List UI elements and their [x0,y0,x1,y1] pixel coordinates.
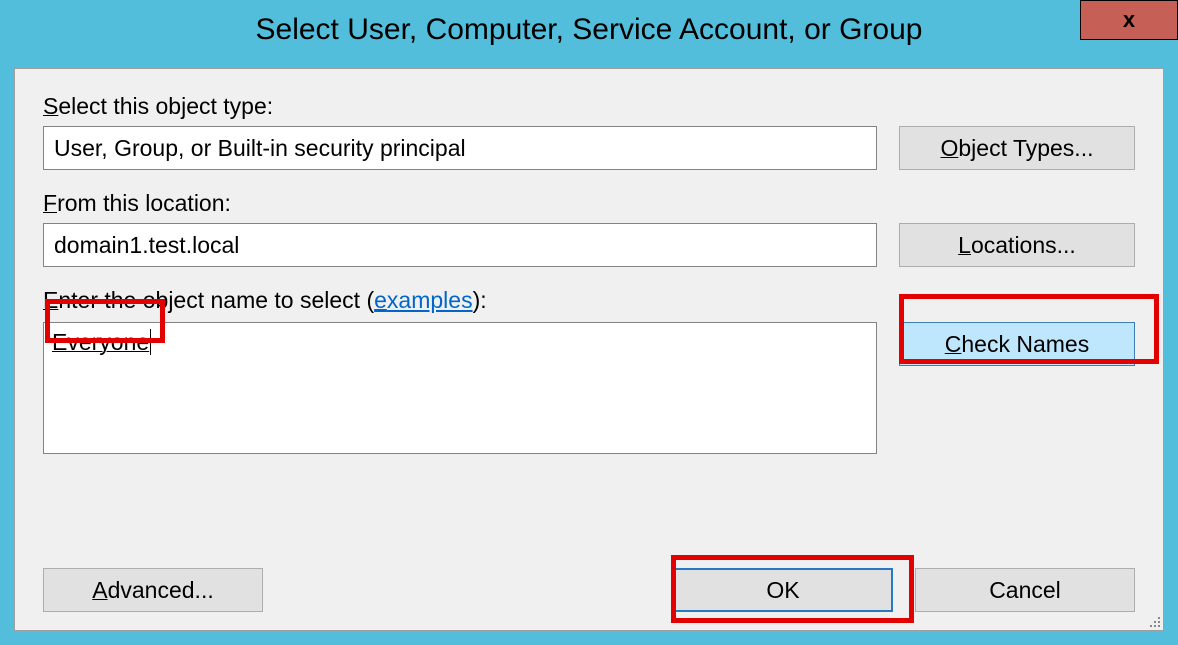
examples-link[interactable]: examples [374,287,472,313]
close-button[interactable]: x [1080,0,1178,40]
dialog-title: Select User, Computer, Service Account, … [256,13,923,47]
dialog-window: Select User, Computer, Service Account, … [0,0,1178,645]
enter-names-label: Enter the object name to select (example… [43,287,1135,314]
dialog-body: Select this object type: User, Group, or… [14,68,1164,631]
location-label: From this location: [43,190,1135,217]
object-types-button[interactable]: Object Types... [899,126,1135,170]
object-names-input[interactable]: Everyone [43,322,877,454]
close-icon: x [1123,9,1135,31]
resize-grip-icon[interactable] [1144,611,1160,627]
advanced-button[interactable]: Advanced... [43,568,263,612]
cancel-button[interactable]: Cancel [915,568,1135,612]
check-names-button[interactable]: Check Names [899,322,1135,366]
titlebar: Select User, Computer, Service Account, … [0,0,1178,60]
location-field: domain1.test.local [43,223,877,267]
object-type-field: User, Group, or Built-in security princi… [43,126,877,170]
locations-button[interactable]: Locations... [899,223,1135,267]
resolved-object-name: Everyone [52,329,149,355]
object-type-label: Select this object type: [43,93,1135,120]
dialog-buttons: Advanced... OK Cancel [43,568,1135,612]
ok-button[interactable]: OK [673,568,893,612]
